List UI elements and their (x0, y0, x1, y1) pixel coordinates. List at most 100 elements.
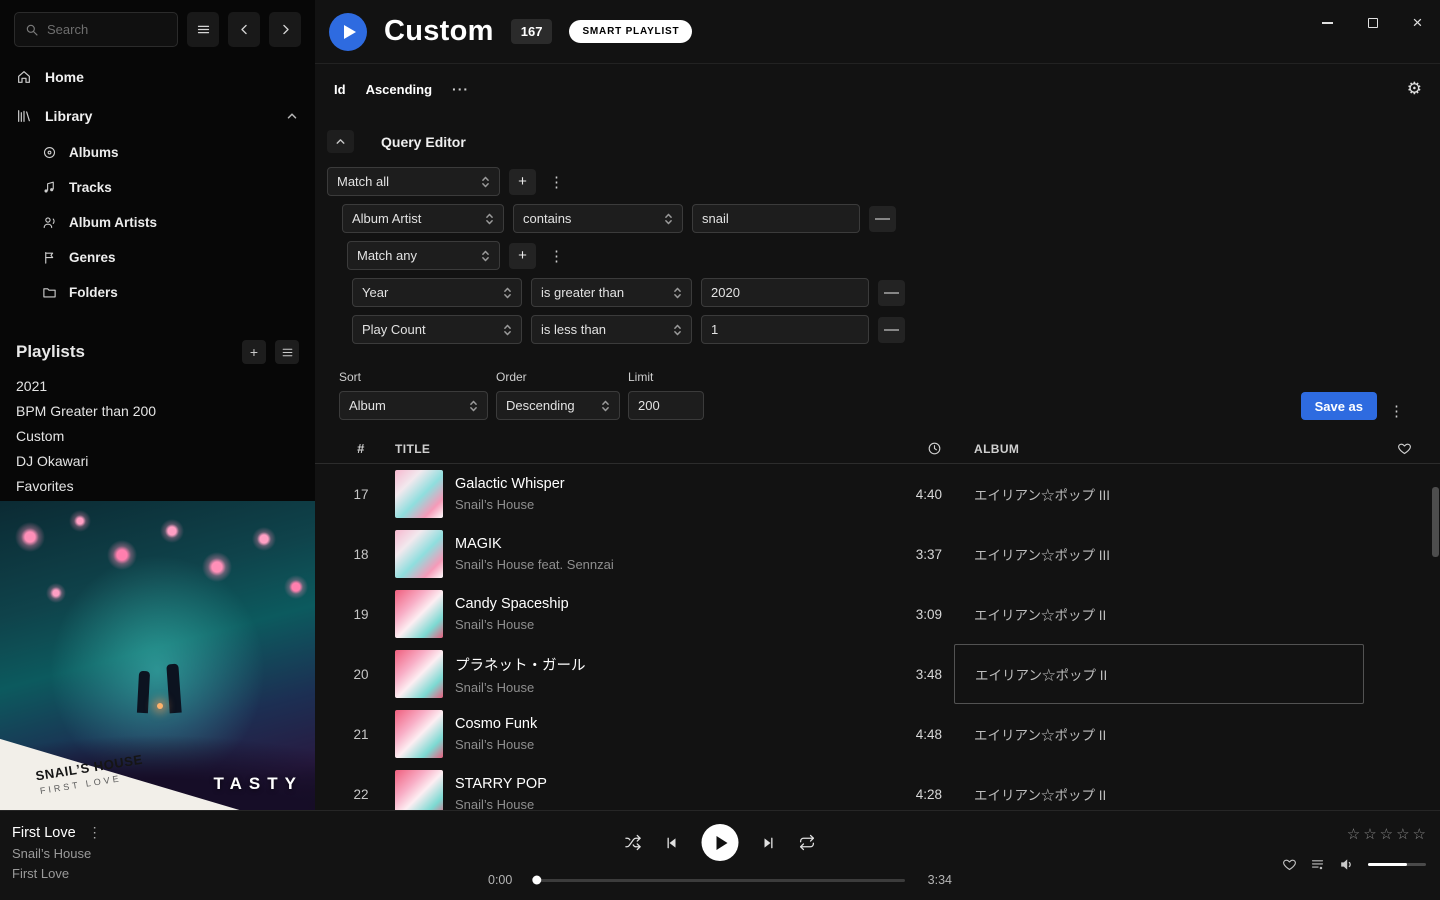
sort-order-limit-row: Sort Album Order Descending Limit (327, 352, 1426, 420)
sidebar-item-folders[interactable]: Folders (0, 275, 315, 310)
track-artist[interactable]: Snail’s House (455, 680, 850, 695)
limit-input[interactable] (628, 391, 704, 420)
search-box[interactable] (14, 12, 178, 47)
track-album[interactable]: エイリアン☆ポップ II (954, 584, 1364, 644)
favorite-button[interactable] (1282, 857, 1297, 872)
close-button[interactable]: × (1395, 0, 1440, 46)
now-playing-album[interactable]: First Love (12, 866, 102, 881)
order-select[interactable]: Descending (496, 391, 620, 420)
sidebar-item-genres[interactable]: Genres (0, 240, 315, 275)
gear-icon[interactable]: ⚙ (1407, 79, 1422, 99)
group-match-type-select[interactable]: Match any (347, 241, 500, 270)
rule-operator-value: is less than (541, 322, 606, 337)
track-artist[interactable]: Snail’s House (455, 737, 850, 752)
track-album[interactable]: エイリアン☆ポップ III (954, 524, 1364, 584)
track-row[interactable]: 22 STARRY POP Snail’s House 4:28 エイリアン☆ポ… (315, 764, 1440, 810)
track-artist[interactable]: Snail’s House feat. Sennzai (455, 557, 850, 572)
add-playlist-button[interactable]: + (242, 340, 266, 364)
progress-bar[interactable] (535, 879, 905, 882)
sort-select[interactable]: Album (339, 391, 488, 420)
column-header-index[interactable]: # (339, 441, 383, 456)
rule-value-input[interactable] (701, 315, 869, 344)
playlist-item[interactable]: DJ Okawari (0, 449, 315, 474)
now-playing-title[interactable]: First Love (12, 825, 76, 841)
volume-button[interactable] (1338, 856, 1355, 873)
playlist-item[interactable]: 2021 (0, 374, 315, 399)
maximize-button[interactable] (1350, 0, 1395, 46)
save-as-button[interactable]: Save as (1301, 392, 1377, 420)
track-row[interactable]: 20 プラネット・ガール Snail’s House 3:48 エイリアン☆ポッ… (315, 644, 1440, 704)
playlist-item[interactable]: BPM Greater than 200 (0, 399, 315, 424)
track-album[interactable]: エイリアン☆ポップ II (954, 764, 1364, 810)
play-playlist-button[interactable] (329, 13, 367, 51)
sidebar-item-albums[interactable]: Albums (0, 135, 315, 170)
sidebar-item-album-artists[interactable]: Album Artists (0, 205, 315, 240)
track-artist[interactable]: Snail’s House (455, 797, 850, 810)
star-icon[interactable]: ☆ (1347, 825, 1360, 843)
previous-track-button[interactable] (664, 835, 680, 851)
rule-field-select[interactable]: Album Artist (342, 204, 504, 233)
track-album[interactable]: エイリアン☆ポップ II (954, 644, 1364, 704)
repeat-button[interactable] (799, 834, 816, 851)
playlist-item[interactable]: Custom (0, 424, 315, 449)
remove-rule-button[interactable]: — (878, 280, 905, 306)
remove-rule-button[interactable]: — (878, 317, 905, 343)
collapse-chevron-icon[interactable] (285, 109, 299, 123)
column-header-title[interactable]: TITLE (395, 442, 850, 456)
collapse-query-editor-button[interactable] (327, 130, 354, 153)
now-playing-artist[interactable]: Snail’s House (12, 846, 102, 861)
nav-forward-button[interactable] (269, 12, 301, 47)
progress-knob[interactable] (532, 876, 541, 885)
column-header-duration[interactable] (862, 441, 942, 456)
playlist-item[interactable]: Favorites (0, 474, 315, 499)
track-album[interactable]: エイリアン☆ポップ II (954, 704, 1364, 764)
next-track-button[interactable] (761, 835, 777, 851)
star-icon[interactable]: ☆ (1413, 825, 1426, 843)
track-row[interactable]: 19 Candy Spaceship Snail’s House 3:09 エイ… (315, 584, 1440, 644)
rule-operator-select[interactable]: is less than (531, 315, 692, 344)
rule-field-select[interactable]: Year (352, 278, 522, 307)
now-playing-menu-icon[interactable]: ⋮ (88, 824, 102, 841)
shuffle-button[interactable] (625, 834, 642, 851)
sidebar-item-tracks[interactable]: Tracks (0, 170, 315, 205)
rule-value-input[interactable] (692, 204, 860, 233)
add-group-rule-button[interactable]: + (509, 243, 536, 269)
play-pause-button[interactable] (702, 824, 739, 861)
rule-group-menu-icon[interactable]: ⋮ (545, 173, 568, 191)
sort-direction-button[interactable]: Ascending (366, 82, 432, 97)
rule-operator-select[interactable]: is greater than (531, 278, 692, 307)
rule-operator-select[interactable]: contains (513, 204, 683, 233)
more-options-icon[interactable]: ··· (452, 81, 469, 97)
rule-value-input[interactable] (701, 278, 869, 307)
remove-rule-button[interactable]: — (869, 206, 896, 232)
search-input[interactable] (47, 22, 167, 37)
now-playing-cover-art[interactable]: SNAIL’S HOUSE FIRST LOVE TASTY (0, 501, 315, 810)
track-row[interactable]: 21 Cosmo Funk Snail’s House 4:48 エイリアン☆ポ… (315, 704, 1440, 764)
nav-back-button[interactable] (228, 12, 260, 47)
volume-slider[interactable] (1368, 863, 1426, 866)
add-rule-button[interactable]: + (509, 169, 536, 195)
match-type-select[interactable]: Match all (327, 167, 500, 196)
track-artist[interactable]: Snail’s House (455, 617, 850, 632)
star-icon[interactable]: ☆ (1396, 825, 1409, 843)
save-menu-icon[interactable]: ⋮ (1385, 402, 1408, 420)
track-album[interactable]: エイリアン☆ポップ III (954, 464, 1364, 524)
elapsed-time: 0:00 (488, 873, 522, 887)
sidebar-item-home[interactable]: Home (0, 57, 315, 96)
column-header-album[interactable]: ALBUM (954, 442, 1364, 456)
star-icon[interactable]: ☆ (1363, 825, 1376, 843)
queue-button[interactable] (1310, 857, 1325, 872)
minimize-button[interactable] (1305, 0, 1350, 46)
rule-field-select[interactable]: Play Count (352, 315, 522, 344)
column-header-favorite[interactable] (1376, 441, 1432, 456)
sidebar-item-library[interactable]: Library (0, 96, 315, 135)
group-menu-icon[interactable]: ⋮ (545, 247, 568, 265)
scrollbar-thumb[interactable] (1432, 487, 1439, 557)
sort-field-button[interactable]: Id (334, 82, 346, 97)
menu-button[interactable] (187, 12, 219, 47)
star-icon[interactable]: ☆ (1380, 825, 1393, 843)
track-row[interactable]: 18 MAGIK Snail’s House feat. Sennzai 3:3… (315, 524, 1440, 584)
playlist-list-view-button[interactable] (275, 340, 299, 364)
track-artist[interactable]: Snail’s House (455, 497, 850, 512)
track-row[interactable]: 17 Galactic Whisper Snail’s House 4:40 エ… (315, 464, 1440, 524)
